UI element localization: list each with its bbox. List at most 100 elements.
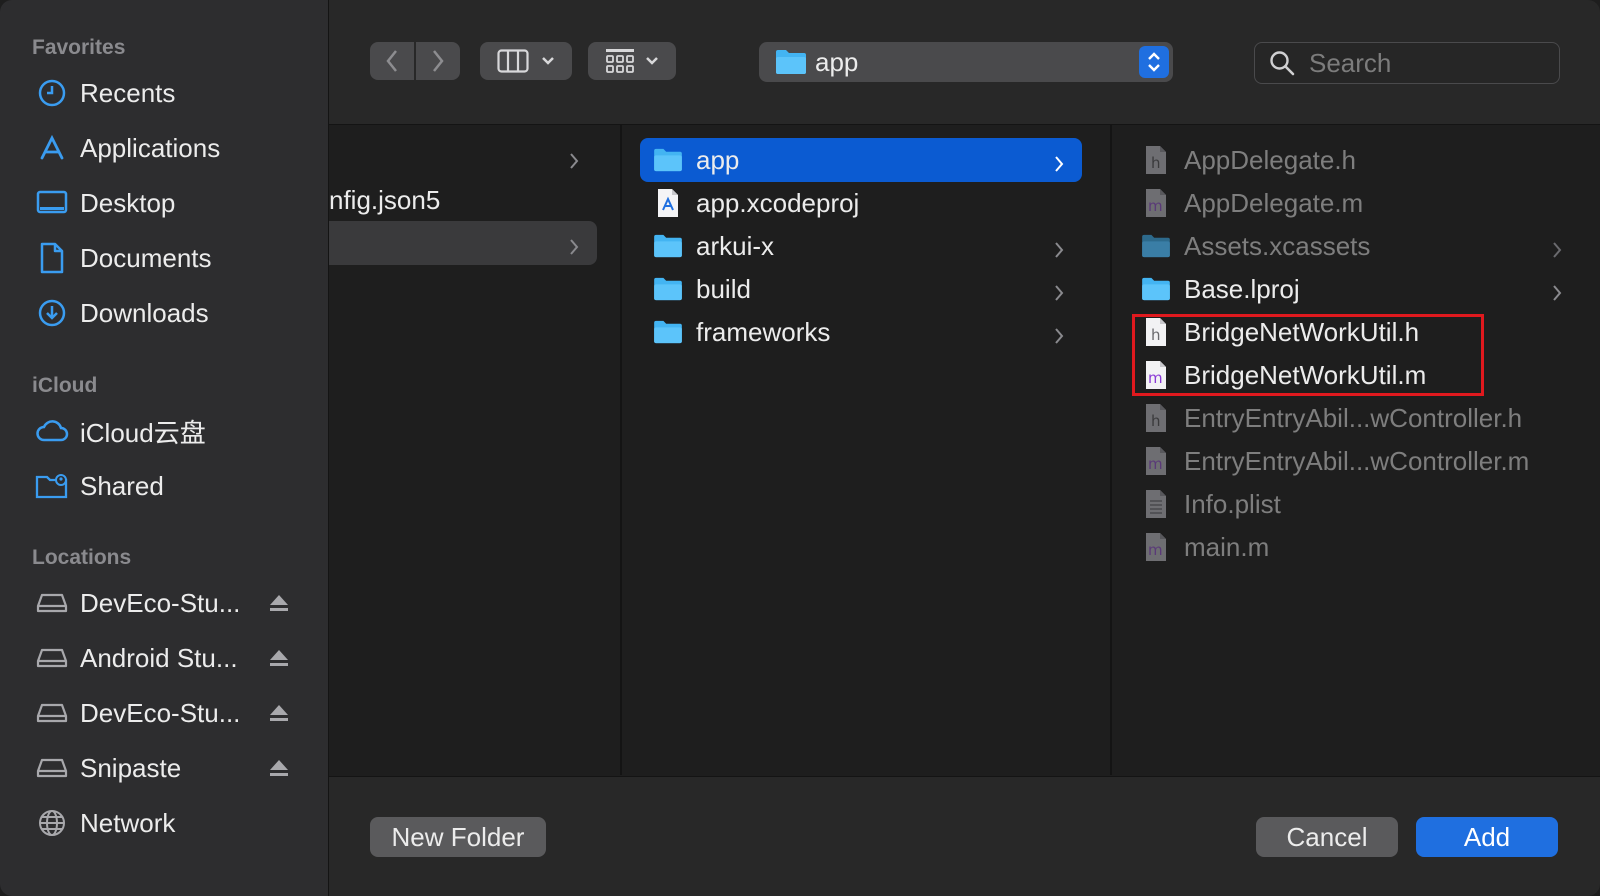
m-file-icon: m: [1140, 445, 1172, 477]
folder-icon: [652, 144, 684, 176]
list-item[interactable]: frameworks: [640, 310, 1082, 354]
list-item-label: arkui-x: [696, 230, 775, 261]
chevron-left-icon: [386, 50, 397, 72]
list-item[interactable]: [329, 135, 597, 179]
download-icon: [34, 295, 70, 331]
disk-icon: [34, 750, 70, 786]
svg-text:m: m: [1148, 197, 1163, 215]
svg-text:h: h: [1151, 154, 1161, 172]
eject-icon[interactable]: [268, 590, 290, 621]
folder-icon: [652, 273, 684, 305]
xcodeproj-icon: [652, 187, 684, 219]
file-open-dialog: Favorites Recents Applications Desktop D…: [0, 0, 1600, 896]
dialog-footer: New Folder Cancel Add: [329, 776, 1600, 896]
back-button[interactable]: [370, 42, 414, 80]
sidebar: Favorites Recents Applications Desktop D…: [0, 0, 329, 896]
locations-header: Locations: [32, 546, 132, 569]
plist-file-icon: [1140, 488, 1172, 520]
search-icon: [1269, 50, 1295, 81]
chevron-right-icon: [433, 50, 444, 72]
browser-column-3: h AppDelegate.h m AppDelegate.m Assets.x…: [1112, 125, 1600, 775]
columns-view-icon: [497, 49, 529, 73]
sidebar-item-network[interactable]: Network: [24, 800, 316, 846]
chevron-right-icon: [569, 232, 579, 263]
list-item[interactable]: nfig.json5: [329, 178, 597, 222]
chevron-right-icon: [1552, 278, 1562, 309]
eject-icon[interactable]: [268, 645, 290, 676]
list-item-app-folder[interactable]: app: [640, 138, 1082, 182]
clock-icon: [34, 75, 70, 111]
sidebar-item-label: iCloud云盘: [80, 417, 206, 448]
sidebar-item-icloud-drive[interactable]: iCloud云盘: [24, 408, 316, 454]
sidebar-item-downloads[interactable]: Downloads: [24, 290, 316, 336]
list-item: m EntryEntryAbil...wController.m: [1140, 439, 1580, 483]
sidebar-item-applications[interactable]: Applications: [24, 125, 316, 171]
svg-text:m: m: [1148, 541, 1163, 559]
folder-icon: [652, 316, 684, 348]
sidebar-item-location[interactable]: DevEco-Stu...: [24, 580, 316, 626]
applications-icon: [34, 130, 70, 166]
sidebar-item-shared[interactable]: Shared: [24, 463, 316, 509]
document-icon: [34, 240, 70, 276]
browser-column-1: nfig.json5: [329, 125, 622, 775]
up-down-chevron-icon: [1139, 46, 1169, 78]
sidebar-item-label: Desktop: [80, 187, 176, 218]
sidebar-item-label: DevEco-Stu...: [80, 697, 241, 728]
list-item[interactable]: Base.lproj: [1140, 267, 1580, 311]
disk-icon: [34, 585, 70, 621]
list-item-label: Base.lproj: [1184, 273, 1300, 304]
list-item-label: AppDelegate.h: [1184, 144, 1357, 175]
list-item-label: main.m: [1184, 531, 1270, 562]
h-file-icon: h: [1140, 144, 1172, 176]
sidebar-item-documents[interactable]: Documents: [24, 235, 316, 281]
sidebar-item-location[interactable]: DevEco-Stu...: [24, 690, 316, 736]
chevron-down-icon: [646, 57, 658, 65]
sidebar-item-label: Network: [80, 807, 176, 838]
folder-icon: [1140, 230, 1172, 262]
sidebar-item-desktop[interactable]: Desktop: [24, 180, 316, 226]
list-item-label: build: [696, 273, 751, 304]
globe-icon: [34, 805, 70, 841]
chevron-right-icon: [1552, 235, 1562, 266]
sidebar-item-label: Shared: [80, 470, 164, 501]
sidebar-item-location[interactable]: Snipaste: [24, 745, 316, 791]
list-item[interactable]: app.xcodeproj: [640, 181, 1082, 225]
new-folder-button[interactable]: New Folder: [370, 817, 546, 857]
sidebar-item-label: Android Stu...: [80, 642, 238, 673]
group-by-button[interactable]: [588, 42, 676, 80]
sidebar-item-recents[interactable]: Recents: [24, 70, 316, 116]
list-item[interactable]: build: [640, 267, 1082, 311]
sidebar-item-label: Downloads: [80, 297, 209, 328]
cloud-icon: [34, 413, 70, 449]
path-popup[interactable]: app: [759, 42, 1173, 82]
icloud-header: iCloud: [32, 374, 98, 397]
list-item[interactable]: [329, 221, 597, 265]
svg-text:m: m: [1148, 455, 1163, 473]
forward-button[interactable]: [416, 42, 460, 80]
grid-icon: [606, 49, 634, 73]
list-item-label: Info.plist: [1184, 488, 1281, 519]
path-popup-label: app: [815, 47, 859, 77]
list-item: Assets.xcassets: [1140, 224, 1580, 268]
eject-icon[interactable]: [268, 700, 290, 731]
sidebar-item-label: Recents: [80, 77, 176, 108]
cancel-button[interactable]: Cancel: [1256, 817, 1398, 857]
sidebar-item-location[interactable]: Android Stu...: [24, 635, 316, 681]
disk-icon: [34, 640, 70, 676]
view-mode-button[interactable]: [480, 42, 572, 80]
list-item: h AppDelegate.h: [1140, 138, 1580, 182]
list-item[interactable]: arkui-x: [640, 224, 1082, 268]
sidebar-item-label: Applications: [80, 132, 221, 163]
folder-icon: [775, 49, 807, 80]
disk-icon: [34, 695, 70, 731]
sidebar-item-label: Documents: [80, 242, 212, 273]
eject-icon[interactable]: [268, 755, 290, 786]
add-button[interactable]: Add: [1416, 817, 1558, 857]
folder-icon: [1140, 273, 1172, 305]
folder-icon: [652, 230, 684, 262]
chevron-right-icon: [1054, 321, 1064, 352]
search-field[interactable]: Search: [1254, 42, 1560, 84]
chevron-right-icon: [1054, 149, 1064, 180]
list-item-label: AppDelegate.m: [1184, 187, 1364, 218]
list-item-label: frameworks: [696, 316, 831, 347]
